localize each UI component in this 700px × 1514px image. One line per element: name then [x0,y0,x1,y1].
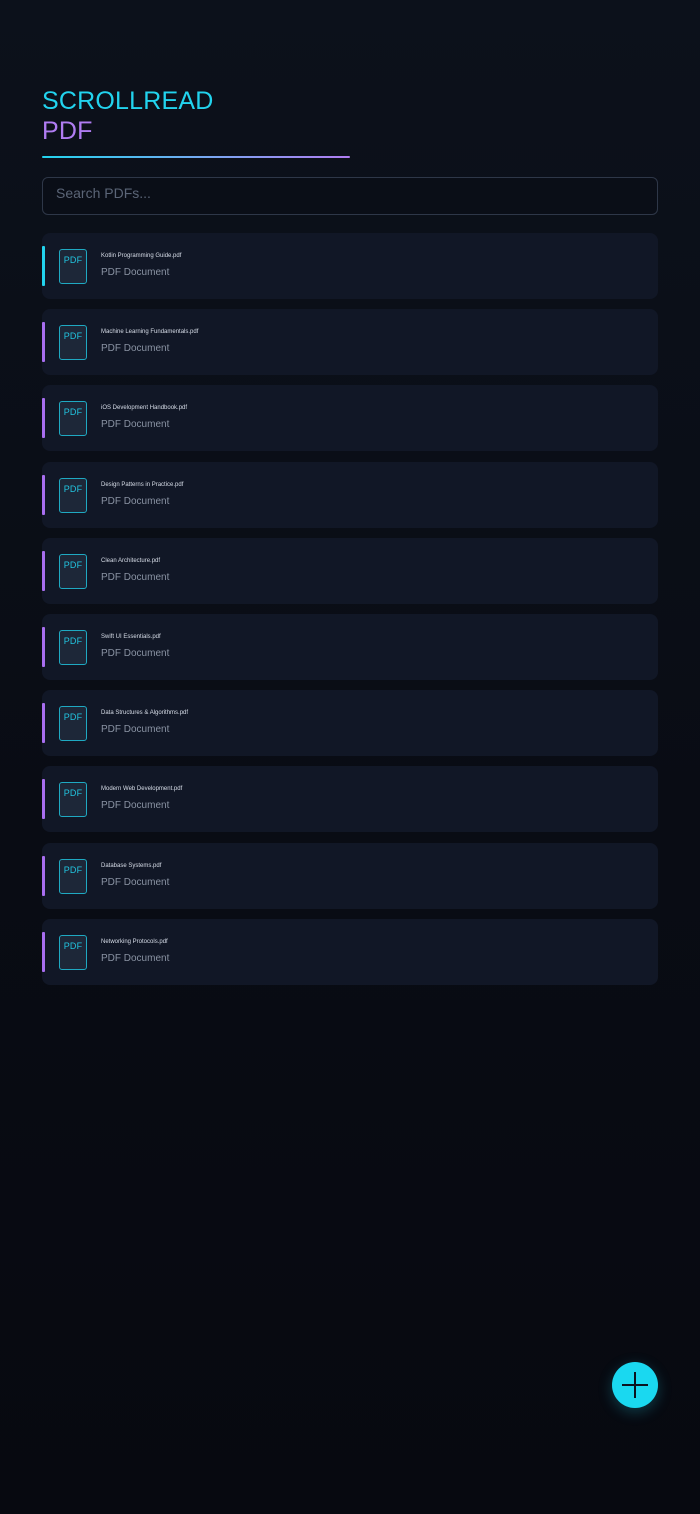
pdf-file-icon: PDF [59,553,87,589]
pdf-file-type: PDF Document [101,419,170,431]
pdf-file-name: Data Structures & Algorithms.pdf [101,710,189,717]
pdf-icon-label: PDF [63,407,83,418]
accent-bar [42,474,45,515]
search-input[interactable] [43,178,657,214]
selection-accent-bar [42,246,45,286]
pdf-icon-label: PDF [63,864,83,875]
plus-icon-vertical [634,1372,636,1398]
pdf-file-type: PDF Document [101,343,170,355]
pdf-icon-label: PDF [63,712,83,723]
pdf-icon-label: PDF [63,559,83,570]
pdf-list-item[interactable]: PDF Swift UI Essentials.pdf PDF Document [42,613,658,680]
accent-bar [42,703,45,744]
pdf-list: PDF Kotlin Programming Guide.pdf PDF Doc… [42,233,658,995]
pdf-file-icon: PDF [59,401,87,437]
accent-bar [42,398,45,439]
pdf-file-icon: PDF [59,706,87,742]
pdf-file-name: Networking Protocols.pdf [101,938,168,945]
pdf-file-type: PDF Document [101,495,170,507]
pdf-file-name: Machine Learning Fundamentals.pdf [101,329,199,336]
search-box[interactable] [42,177,658,215]
pdf-icon-label: PDF [63,940,83,951]
accent-bar [42,855,45,896]
pdf-list-item[interactable]: PDF Clean Architecture.pdf PDF Document [42,537,658,604]
add-pdf-button[interactable] [612,1362,658,1408]
pdf-file-name: Kotlin Programming Guide.pdf [101,253,182,259]
accent-bar [42,931,45,972]
app-title: SCROLLREAD [42,87,214,115]
pdf-list-item[interactable]: PDF Data Structures & Algorithms.pdf PDF… [42,690,658,757]
pdf-file-type: PDF Document [101,647,170,659]
pdf-list-item[interactable]: PDF Database Systems.pdf PDF Document [42,842,658,909]
pdf-icon-label: PDF [63,635,83,646]
pdf-file-name: Database Systems.pdf [101,862,162,869]
accent-bar [42,626,45,667]
pdf-file-type: PDF Document [101,876,170,888]
pdf-icon-label: PDF [63,788,83,799]
pdf-icon-label: PDF [63,255,83,265]
pdf-file-name: Modern Web Development.pdf [101,786,183,793]
pdf-file-type: PDF Document [101,267,170,278]
pdf-file-icon: PDF [59,629,87,665]
pdf-file-type: PDF Document [101,724,170,736]
pdf-file-type: PDF Document [101,952,170,964]
pdf-list-item[interactable]: PDF Kotlin Programming Guide.pdf PDF Doc… [42,233,658,299]
pdf-file-icon: PDF [59,249,87,284]
pdf-file-icon: PDF [59,934,87,970]
pdf-file-type: PDF Document [101,800,170,812]
pdf-file-type: PDF Document [101,571,170,583]
pdf-file-icon: PDF [59,477,87,513]
pdf-file-icon: PDF [59,782,87,818]
pdf-icon-label: PDF [63,331,83,342]
app-header: SCROLLREAD PDF [42,86,350,158]
pdf-list-item[interactable]: PDF Modern Web Development.pdf PDF Docum… [42,766,658,833]
title-underline [42,156,350,158]
pdf-list-item[interactable]: PDF Design Patterns in Practice.pdf PDF … [42,461,658,528]
pdf-file-icon: PDF [59,858,87,894]
pdf-file-name: Clean Architecture.pdf [101,557,161,564]
accent-bar [42,322,45,363]
pdf-file-name: Design Patterns in Practice.pdf [101,481,184,488]
pdf-list-item[interactable]: PDF iOS Development Handbook.pdf PDF Doc… [42,385,658,452]
pdf-file-name: Swift UI Essentials.pdf [101,633,161,640]
accent-bar [42,550,45,591]
pdf-file-name: iOS Development Handbook.pdf [101,405,188,412]
pdf-icon-label: PDF [63,483,83,494]
pdf-list-item[interactable]: PDF Machine Learning Fundamentals.pdf PD… [42,309,658,376]
accent-bar [42,779,45,820]
app-subtitle: PDF [42,117,93,145]
pdf-list-item[interactable]: PDF Networking Protocols.pdf PDF Documen… [42,918,658,985]
pdf-file-icon: PDF [59,325,87,361]
